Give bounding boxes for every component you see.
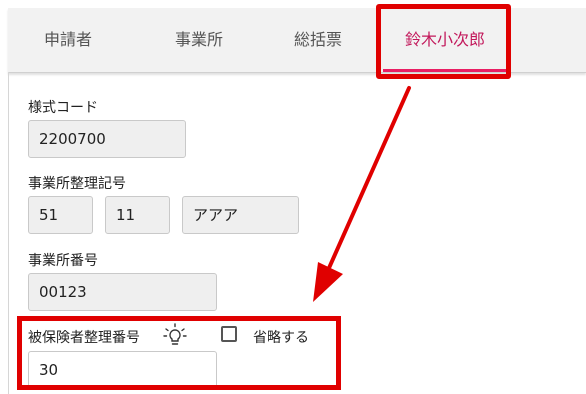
annotation-arrow	[313, 86, 411, 302]
